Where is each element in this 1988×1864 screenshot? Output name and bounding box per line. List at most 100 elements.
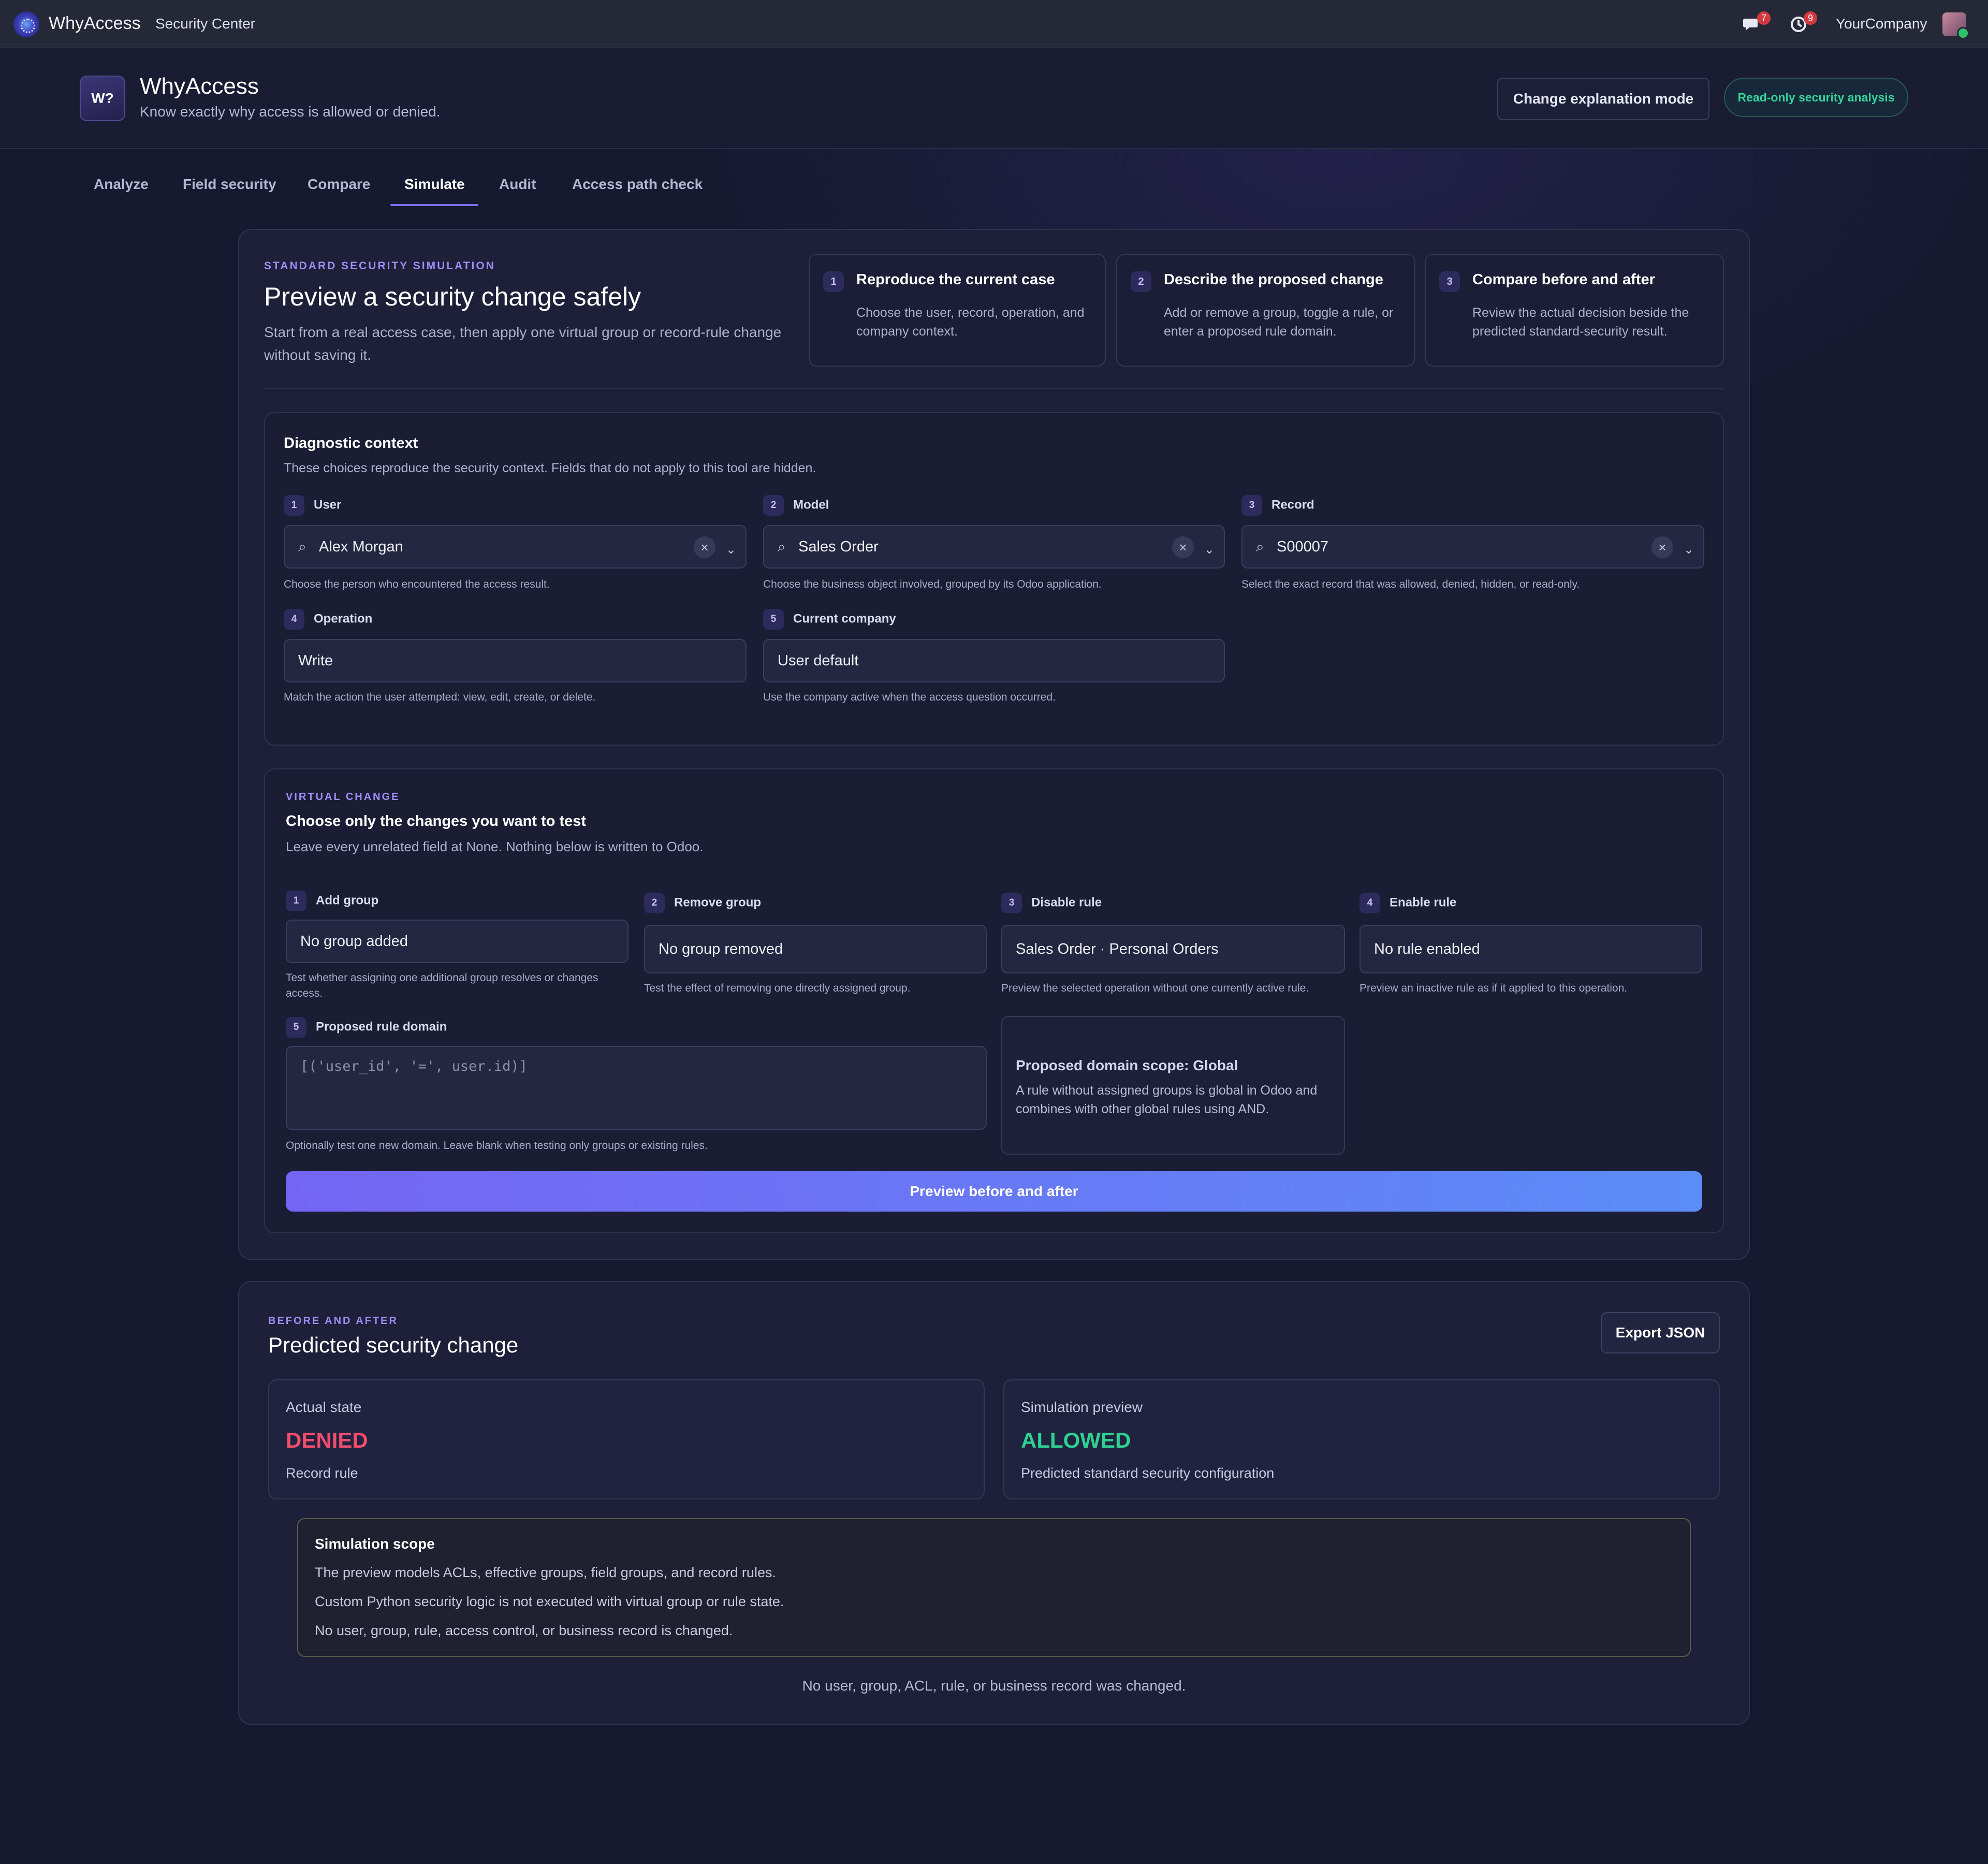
active-tab-indicator [390,204,478,206]
field-number: 4 [1360,893,1380,913]
operation-select[interactable]: Write [284,639,747,682]
model-value: Sales Order [798,538,879,555]
tab-bar: Analyze Field security Compare Simulate … [0,150,1988,207]
field-label-text: Add group [316,893,379,908]
field-label-text: Model [793,498,829,512]
disable-rule-select[interactable]: Sales Order · Personal Orders [1001,925,1345,973]
company-switcher[interactable]: YourCompany [1836,16,1927,32]
field-number: 2 [644,893,665,913]
tab-field-security[interactable]: Field security [183,176,276,193]
actual-state-reason: Record rule [286,1465,358,1481]
chevron-down-icon[interactable]: ⌄ [1204,529,1215,571]
tab-simulate[interactable]: Simulate [404,176,465,193]
enable-rule-select[interactable]: No rule enabled [1360,925,1702,973]
disable-rule-help: Preview the selected operation without o… [1001,982,1309,994]
divider [264,388,1724,389]
actual-state-label: Actual state [286,1399,362,1415]
record-value: S00007 [1277,538,1328,555]
search-icon: ⌕ [298,538,306,555]
company-label: 5 Current company [763,609,896,630]
simulation-scope-line: Custom Python security logic is not exec… [315,1594,784,1609]
step-card-2: 2 Describe the proposed change Add or re… [1116,254,1415,367]
field-number: 4 [284,609,304,630]
record-label: 3 Record [1241,495,1314,516]
user-value: Alex Morgan [319,538,403,555]
field-label-text: Proposed rule domain [316,1020,447,1034]
add-group-label: 1 Add group [286,891,378,911]
clear-icon[interactable]: × [1172,536,1194,558]
simulation-scope-title: Simulation scope [315,1536,435,1552]
simulation-title: Preview a security change safely [264,282,641,311]
add-group-select[interactable]: No group added [286,920,628,963]
navbar-menu-security-center[interactable]: Security Center [155,16,255,32]
page-subtitle: Know exactly why access is allowed or de… [140,104,441,120]
step-description: Add or remove a group, toggle a rule, or… [1164,305,1394,339]
chat-badge: 7 [1757,11,1771,25]
company-help: Use the company active when the access q… [763,691,1056,703]
activity-badge: 9 [1804,11,1817,25]
no-changes-footer: No user, group, ACL, rule, or business r… [802,1678,1186,1694]
user-help: Choose the person who encountered the ac… [284,578,550,590]
actual-state-value: DENIED [286,1428,368,1452]
proposed-domain-textarea[interactable]: [('user_id', '=', user.id)] [286,1046,987,1130]
tab-compare[interactable]: Compare [308,176,370,193]
clear-icon[interactable]: × [1651,536,1673,558]
tab-analyze[interactable]: Analyze [94,176,149,193]
field-number: 2 [763,495,784,516]
result-eyebrow: BEFORE AND AFTER [268,1315,398,1327]
chevron-down-icon[interactable]: ⌄ [726,529,736,571]
domain-scope-description: A rule without assigned groups is global… [1016,1083,1318,1116]
company-select[interactable]: User default [763,639,1225,682]
remove-group-select[interactable]: No group removed [644,925,987,973]
tab-access-path-check[interactable]: Access path check [572,176,703,193]
step-description: Choose the user, record, operation, and … [856,305,1085,339]
actual-state-card: Actual state DENIED Record rule [268,1379,985,1499]
simulation-scope-line: No user, group, rule, access control, or… [315,1623,733,1638]
simulation-preview-card: Simulation preview ALLOWED Predicted sta… [1003,1379,1720,1499]
domain-scope-info: Proposed domain scope: Global A rule wit… [1001,1016,1345,1155]
model-help: Choose the business object involved, gro… [763,578,1102,590]
field-label-text: Record [1271,498,1314,512]
field-label-text: Current company [793,611,896,626]
simulation-scope-line: The preview models ACLs, effective group… [315,1565,776,1580]
app-logo-icon[interactable] [13,11,39,37]
simulation-scope-box: Simulation scope The preview models ACLs… [297,1518,1691,1657]
model-label: 2 Model [763,495,829,516]
user-avatar[interactable] [1942,12,1969,39]
user-select[interactable]: ⌕ Alex Morgan × ⌄ [284,525,747,569]
remove-group-help: Test the effect of removing one directly… [644,982,911,994]
virtual-description: Leave every unrelated field at None. Not… [286,839,704,854]
step-title: Reproduce the current case [856,271,1055,288]
step-number: 2 [1131,271,1151,292]
proposed-domain-label: 5 Proposed rule domain [286,1017,447,1038]
chevron-down-icon[interactable]: ⌄ [1684,529,1694,571]
clear-icon[interactable]: × [694,536,715,558]
search-icon: ⌕ [1256,538,1264,555]
field-number: 1 [284,495,304,516]
step-description: Review the actual decision beside the pr… [1472,305,1689,339]
field-label-text: Enable rule [1390,895,1457,910]
enable-rule-label: 4 Enable rule [1360,893,1456,913]
field-number: 5 [286,1017,306,1038]
whyaccess-logo: W? [80,76,125,121]
operation-label: 4 Operation [284,609,372,630]
navbar-app-name[interactable]: WhyAccess [49,13,141,34]
preview-before-after-button[interactable]: Preview before and after [286,1171,1702,1212]
model-select[interactable]: ⌕ Sales Order × ⌄ [763,525,1225,569]
operation-help: Match the action the user attempted: vie… [284,691,596,703]
change-explanation-mode-button[interactable]: Change explanation mode [1497,78,1709,120]
export-json-button[interactable]: Export JSON [1601,1312,1720,1353]
preview-state-label: Simulation preview [1021,1399,1143,1415]
step-number: 1 [823,271,844,292]
simulation-eyebrow: STANDARD SECURITY SIMULATION [264,260,495,272]
disable-rule-label: 3 Disable rule [1001,893,1102,913]
domain-scope-title: Proposed domain scope: Global [1016,1057,1238,1073]
record-select[interactable]: ⌕ S00007 × ⌄ [1241,525,1704,569]
enable-rule-help: Preview an inactive rule as if it applie… [1360,982,1628,994]
field-label-text: Disable rule [1031,895,1102,910]
tab-audit[interactable]: Audit [499,176,536,193]
record-help: Select the exact record that was allowed… [1241,578,1580,590]
step-number: 3 [1439,271,1460,292]
field-label-text: User [314,498,342,512]
field-number: 3 [1241,495,1262,516]
